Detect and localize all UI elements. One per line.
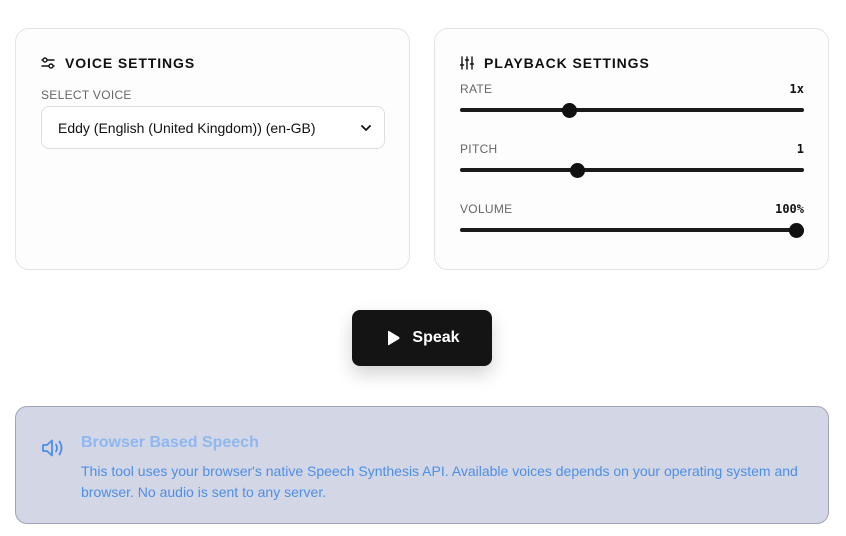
select-voice-label: SELECT VOICE xyxy=(41,88,132,102)
pitch-slider-thumb[interactable] xyxy=(569,162,585,178)
playback-settings-title: PLAYBACK SETTINGS xyxy=(484,55,650,71)
voice-select-value: Eddy (English (United Kingdom)) (en-GB) xyxy=(58,119,316,136)
volume-control: VOLUME 100% xyxy=(460,202,804,238)
voice-settings-card: VOICE SETTINGS SELECT VOICE Eddy (Englis… xyxy=(15,28,410,270)
rate-slider[interactable] xyxy=(460,102,804,118)
info-callout: Browser Based Speech This tool uses your… xyxy=(15,406,829,524)
rate-control: RATE 1x xyxy=(460,82,804,118)
info-title: Browser Based Speech xyxy=(81,434,259,451)
info-description: This tool uses your browser's native Spe… xyxy=(81,463,798,500)
voice-settings-heading: VOICE SETTINGS xyxy=(41,55,195,71)
speak-button[interactable]: Speak xyxy=(352,310,492,366)
pitch-label: PITCH xyxy=(460,142,498,156)
voice-settings-title: VOICE SETTINGS xyxy=(65,55,196,71)
page: VOICE SETTINGS SELECT VOICE Eddy (Englis… xyxy=(0,0,846,536)
pitch-slider[interactable] xyxy=(460,162,804,178)
chevron-down-icon xyxy=(360,122,372,134)
play-icon xyxy=(384,329,402,347)
speaker-volume-icon xyxy=(41,437,65,459)
rate-value: 1x xyxy=(789,82,804,96)
playback-settings-card: PLAYBACK SETTINGS RATE 1x PITCH 1 VOLUME xyxy=(434,28,829,270)
playback-settings-heading: PLAYBACK SETTINGS xyxy=(460,55,650,71)
volume-slider[interactable] xyxy=(460,222,804,238)
pitch-value: 1 xyxy=(796,142,804,156)
rate-label: RATE xyxy=(460,82,493,96)
rate-slider-thumb[interactable] xyxy=(562,102,578,118)
pitch-control: PITCH 1 xyxy=(460,142,804,178)
volume-label: VOLUME xyxy=(460,202,513,216)
speak-button-label: Speak xyxy=(412,329,460,346)
volume-slider-thumb[interactable] xyxy=(789,222,804,238)
sliders-vertical-icon xyxy=(460,56,474,70)
voice-select[interactable]: Eddy (English (United Kingdom)) (en-GB) xyxy=(41,106,385,149)
sliders-horizontal-icon xyxy=(41,56,55,70)
volume-value: 100% xyxy=(775,202,804,216)
